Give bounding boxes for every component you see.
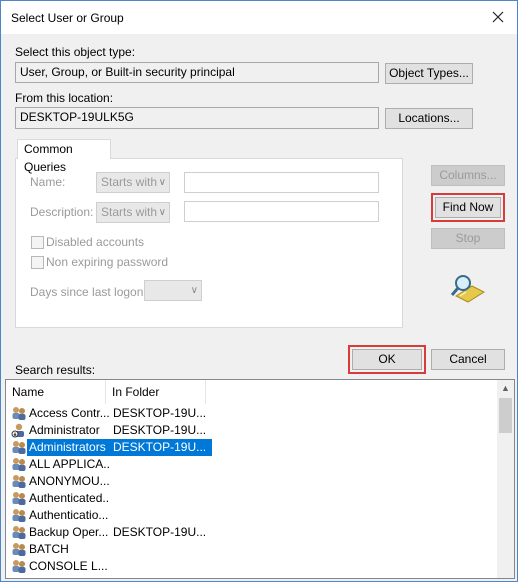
common-queries-panel: Name: Starts with ∨ Description: Starts … <box>15 158 403 328</box>
group-icon <box>11 439 27 455</box>
cancel-button[interactable]: Cancel <box>431 349 505 370</box>
close-button[interactable] <box>481 2 515 32</box>
table-row[interactable]: Access Contr... DESKTOP-19U... <box>9 405 499 422</box>
group-icon <box>11 558 27 574</box>
dialog-title: Select User or Group <box>11 11 124 25</box>
description-label: Description: <box>30 205 94 219</box>
chevron-down-icon: ∨ <box>190 285 198 296</box>
chevron-down-icon: ∨ <box>158 207 166 218</box>
location-label: From this location: <box>15 91 114 105</box>
object-type-field: User, Group, or Built-in security princi… <box>15 62 379 83</box>
table-row[interactable]: ANONYMOU... <box>9 473 499 490</box>
disabled-accounts-checkbox[interactable] <box>31 236 44 249</box>
user-icon <box>11 422 27 438</box>
search-results-list[interactable]: Name In Folder Access Contr... DESKTOP-19… <box>5 379 515 579</box>
days-since-logon-label: Days since last logon: <box>30 285 147 299</box>
columns-button[interactable]: Columns... <box>431 165 505 186</box>
name-label: Name: <box>30 175 66 189</box>
group-icon <box>11 541 27 557</box>
row-name: CONSOLE L... <box>29 559 108 573</box>
description-input[interactable] <box>184 201 379 222</box>
table-row[interactable]: Backup Oper... DESKTOP-19U... <box>9 524 499 541</box>
select-user-dialog: Select User or Group Select this object … <box>0 0 518 582</box>
table-row[interactable]: Authenticatio... <box>9 507 499 524</box>
table-row[interactable]: BATCH <box>9 541 499 558</box>
name-mode-value: Starts with <box>101 175 158 189</box>
close-icon <box>492 11 504 23</box>
group-icon <box>11 405 27 421</box>
description-mode-value: Starts with <box>101 205 158 219</box>
row-name: Authenticated... <box>29 491 109 505</box>
row-name: Authenticatio... <box>29 508 109 522</box>
table-row[interactable]: Administrators DESKTOP-19U... <box>9 439 499 456</box>
row-name: ANONYMOU... <box>29 474 109 488</box>
object-types-button[interactable]: Object Types... <box>385 63 473 84</box>
table-row[interactable]: ALL APPLICA... <box>9 456 499 473</box>
object-type-label: Select this object type: <box>15 45 136 59</box>
row-name: Administrators <box>29 440 106 454</box>
table-row[interactable]: Administrator DESKTOP-19U... <box>9 422 499 439</box>
group-icon <box>11 473 27 489</box>
table-row[interactable]: CONSOLE L... <box>9 558 499 575</box>
group-icon <box>11 490 27 506</box>
group-icon <box>11 507 27 523</box>
stop-button[interactable]: Stop <box>431 228 505 249</box>
row-name: BATCH <box>29 542 69 556</box>
find-now-button[interactable]: Find Now <box>431 193 505 222</box>
chevron-down-icon: ∨ <box>158 177 166 188</box>
column-header-folder[interactable]: In Folder <box>106 380 206 404</box>
search-magnifier-icon <box>450 275 486 303</box>
title-bar: Select User or Group <box>1 1 517 34</box>
ok-button[interactable]: OK <box>348 345 426 374</box>
vertical-scrollbar[interactable]: ▲ <box>497 380 514 578</box>
group-icon <box>11 524 27 540</box>
description-mode-select[interactable]: Starts with ∨ <box>96 202 170 223</box>
row-folder: DESKTOP-19U... <box>113 406 207 420</box>
non-expiring-label: Non expiring password <box>46 255 169 269</box>
disabled-accounts-label: Disabled accounts <box>46 235 145 249</box>
search-results-label: Search results: <box>15 363 96 377</box>
non-expiring-checkbox[interactable] <box>31 256 44 269</box>
days-since-logon-select[interactable]: ∨ <box>144 280 202 301</box>
tab-common-queries[interactable]: Common Queries <box>17 139 111 174</box>
column-header-name[interactable]: Name <box>6 380 106 404</box>
group-icon <box>11 456 27 472</box>
scroll-thumb[interactable] <box>499 398 512 433</box>
locations-button[interactable]: Locations... <box>385 108 473 129</box>
name-mode-select[interactable]: Starts with ∨ <box>96 172 170 193</box>
row-name: Access Contr... <box>29 406 109 420</box>
scroll-up-icon[interactable]: ▲ <box>497 380 514 397</box>
row-name: ALL APPLICA... <box>29 457 109 471</box>
location-field: DESKTOP-19ULK5G <box>15 107 379 129</box>
row-folder: DESKTOP-19U... <box>113 423 207 437</box>
row-folder: DESKTOP-19U... <box>113 525 207 539</box>
row-name: Administrator <box>29 423 100 437</box>
table-row[interactable]: Authenticated... <box>9 490 499 507</box>
row-name: Backup Oper... <box>29 525 109 539</box>
name-input[interactable] <box>184 172 379 193</box>
row-folder: DESKTOP-19U... <box>113 440 207 454</box>
